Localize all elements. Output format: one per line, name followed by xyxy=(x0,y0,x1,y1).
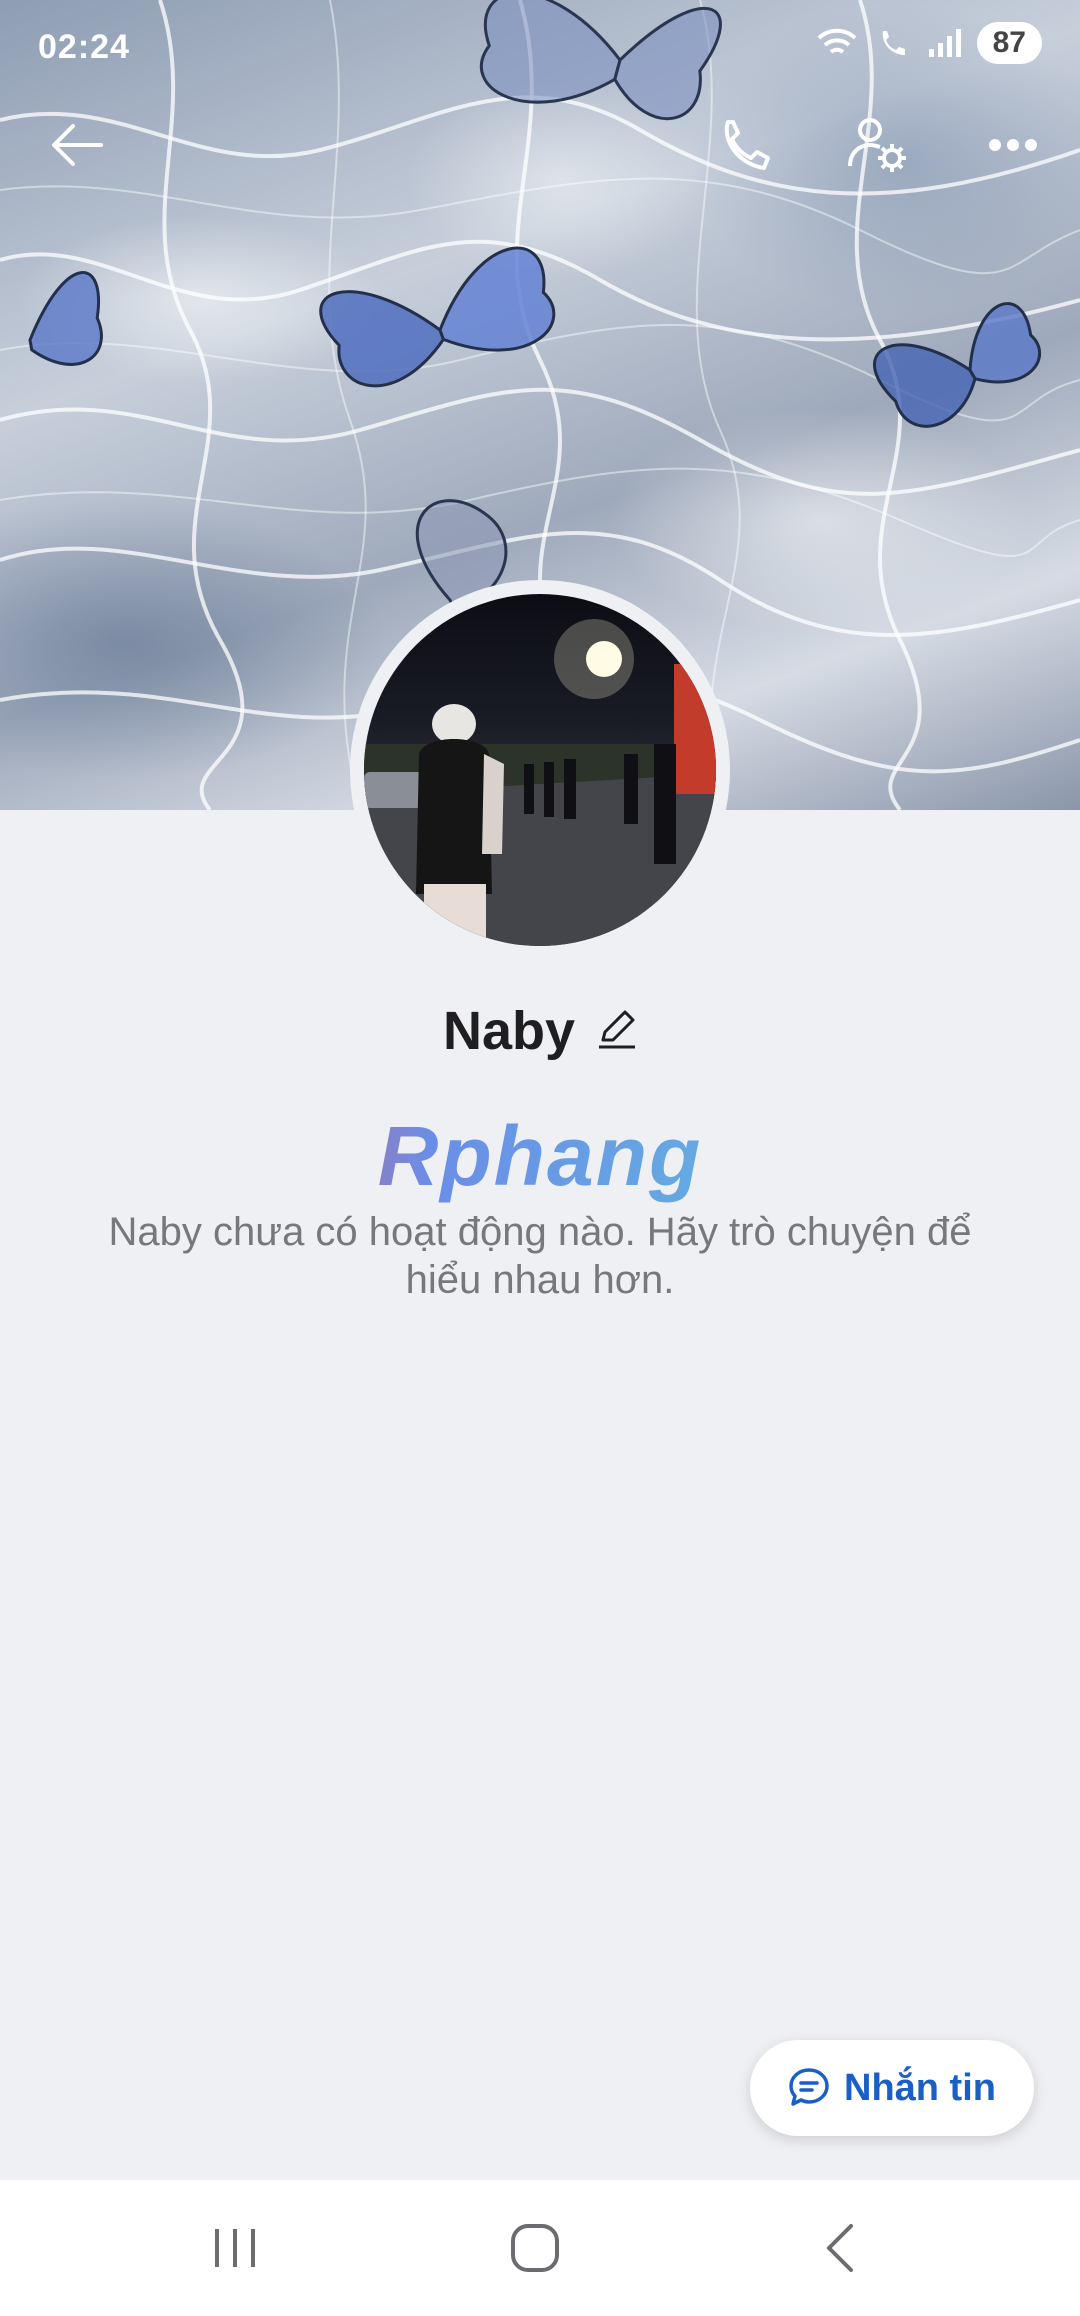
status-time: 02:24 xyxy=(38,28,130,66)
call-button[interactable] xyxy=(710,110,780,180)
user-settings-icon xyxy=(848,118,906,172)
avatar[interactable] xyxy=(350,580,730,960)
message-button[interactable]: Nhắn tin xyxy=(750,2040,1034,2136)
watermark-logo: Rphang xyxy=(0,1108,1080,1205)
more-horizontal-icon xyxy=(989,139,1037,151)
recents-icon xyxy=(215,2229,255,2267)
arrow-left-icon xyxy=(52,124,103,166)
more-button[interactable] xyxy=(978,110,1048,180)
home-button[interactable] xyxy=(490,2210,580,2286)
avatar-photo xyxy=(364,594,716,946)
recents-button[interactable] xyxy=(190,2210,280,2286)
home-icon xyxy=(511,2224,559,2272)
edit-name-button[interactable] xyxy=(597,1008,637,1055)
back-chevron-icon xyxy=(827,2224,853,2272)
status-icons: 87 xyxy=(815,22,1042,64)
signal-icon xyxy=(928,29,961,57)
pencil-icon xyxy=(599,1010,636,1048)
system-back-button[interactable] xyxy=(795,2210,885,2286)
battery-indicator: 87 xyxy=(976,22,1042,64)
chat-bubble-icon xyxy=(789,2068,829,2106)
system-nav-bar xyxy=(0,2180,1080,2316)
name-row: Naby xyxy=(0,1000,1080,1062)
profile-settings-button[interactable] xyxy=(842,110,912,180)
profile-name: Naby xyxy=(442,1001,576,1061)
phone-icon xyxy=(724,120,770,170)
avatar-scene xyxy=(364,619,716,946)
status-bar: 02:24 87 xyxy=(0,0,1080,90)
empty-activity-message: Naby chưa có hoạt động nào. Hãy trò chuy… xyxy=(108,1210,972,1302)
back-button[interactable] xyxy=(42,110,112,180)
message-button-label: Nhắn tin xyxy=(844,2066,996,2109)
wifi-icon xyxy=(817,28,857,54)
wifi-call-icon xyxy=(882,31,905,55)
